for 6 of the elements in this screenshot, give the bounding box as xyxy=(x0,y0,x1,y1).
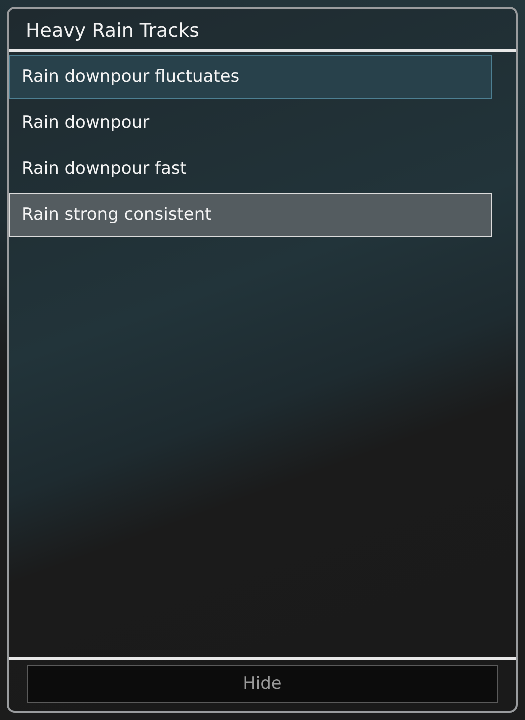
window-title: Heavy Rain Tracks xyxy=(25,19,201,44)
hide-button[interactable]: Hide xyxy=(27,665,498,703)
track-item[interactable]: Rain downpour xyxy=(9,101,492,145)
track-item[interactable]: Rain downpour fast xyxy=(9,147,492,191)
track-item[interactable]: Rain strong consistent xyxy=(9,193,492,237)
track-item[interactable]: Rain downpour fluctuates xyxy=(9,55,492,99)
